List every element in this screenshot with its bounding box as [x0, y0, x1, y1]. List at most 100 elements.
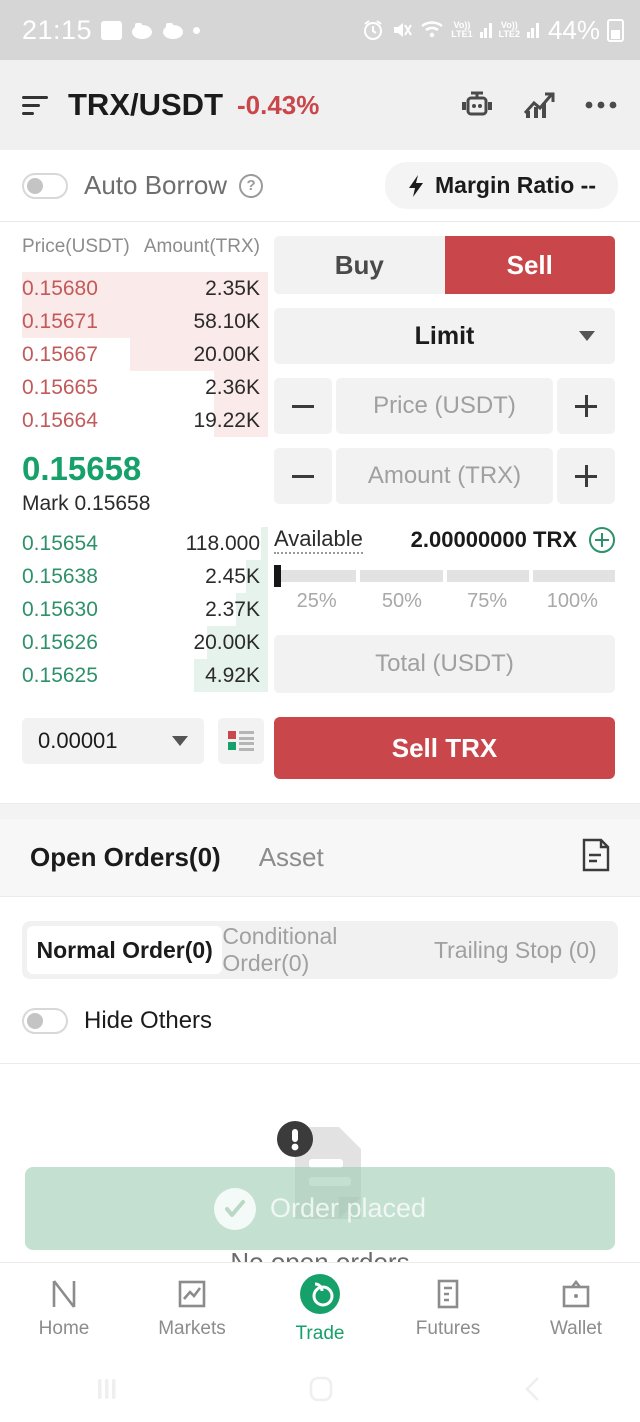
- page-title[interactable]: TRX/USDT: [68, 87, 223, 123]
- price-decrement-button[interactable]: [274, 378, 332, 434]
- nav-markets[interactable]: Markets: [128, 1263, 256, 1355]
- available-value: 2.00000000 TRX: [410, 527, 577, 552]
- nav-trade[interactable]: Trade: [256, 1263, 384, 1355]
- margin-ratio-label: Margin Ratio --: [435, 172, 596, 198]
- slider-mark[interactable]: 75%: [445, 590, 530, 613]
- wallet-icon: [562, 1279, 590, 1308]
- nav-wallet[interactable]: Wallet: [512, 1263, 640, 1355]
- nav-label: Trade: [295, 1323, 345, 1344]
- auto-borrow-label: Auto Borrow: [84, 170, 228, 200]
- hide-others-row: Hide Others: [0, 979, 640, 1035]
- nav-label: Markets: [158, 1318, 226, 1339]
- slider-mark[interactable]: 100%: [530, 590, 615, 613]
- margin-ratio-button[interactable]: Margin Ratio --: [385, 162, 618, 209]
- ask-price: 0.15665: [22, 375, 98, 399]
- order-book-header: Price(USDT) Amount(TRX): [22, 236, 268, 258]
- slider-mark[interactable]: 50%: [359, 590, 444, 613]
- bid-price: 0.15654: [22, 531, 98, 555]
- auto-borrow-toggle[interactable]: [22, 172, 68, 199]
- image-icon: [101, 20, 123, 40]
- menu-icon[interactable]: [22, 95, 48, 115]
- bid-price: 0.15625: [22, 663, 98, 687]
- subtab-trailing-stop[interactable]: Trailing Stop (0): [418, 926, 613, 974]
- battery-icon: [607, 18, 624, 42]
- order-book-row[interactable]: 0.15665 2.36K: [22, 371, 268, 404]
- available-row: Available 2.00000000 TRX: [274, 526, 615, 554]
- ask-price: 0.15680: [22, 276, 98, 300]
- chart-trend-icon[interactable]: [522, 89, 556, 121]
- bot-icon[interactable]: [460, 89, 494, 121]
- total-input[interactable]: Total (USDT): [274, 635, 615, 693]
- order-book-controls: 0.00001: [22, 718, 268, 764]
- available-label[interactable]: Available: [274, 526, 363, 554]
- document-icon[interactable]: [582, 838, 610, 877]
- mute-icon: [394, 23, 413, 37]
- order-book-row[interactable]: 0.15626 20.00K: [22, 626, 268, 659]
- order-book-layout-icon[interactable]: [218, 718, 264, 764]
- tab-open-orders[interactable]: Open Orders(0): [30, 842, 221, 873]
- tab-asset[interactable]: Asset: [259, 842, 324, 873]
- slider-mark[interactable]: 25%: [274, 590, 359, 613]
- slider-handle[interactable]: [274, 565, 281, 587]
- toast-notification: Order placed: [25, 1167, 615, 1250]
- order-book-row[interactable]: 0.15680 2.35K: [22, 272, 268, 305]
- bid-price: 0.15638: [22, 564, 98, 588]
- subtab-conditional-order[interactable]: Conditional Order(0): [222, 923, 417, 976]
- price-stepper: Price (USDT): [274, 378, 615, 434]
- signal-bars-icon: [479, 22, 492, 38]
- submit-order-button[interactable]: Sell TRX: [274, 717, 615, 779]
- game-controller-icon: [163, 23, 184, 39]
- status-bar-clock: 21:15: [22, 14, 93, 45]
- hide-others-toggle[interactable]: [22, 1008, 68, 1034]
- nav-home[interactable]: Home: [0, 1263, 128, 1355]
- price-increment-button[interactable]: [557, 378, 615, 434]
- help-icon[interactable]: ?: [239, 173, 264, 198]
- ask-rows: 0.15680 2.35K 0.15671 58.10K 0.15667 20.…: [22, 272, 268, 437]
- nav-futures[interactable]: Futures: [384, 1263, 512, 1355]
- status-bar-right: Vo)) LTE1 Vo)) LTE2 44%: [362, 15, 624, 46]
- order-book-row[interactable]: 0.15671 58.10K: [22, 305, 268, 338]
- amount-stepper: Amount (TRX): [274, 448, 615, 504]
- order-book-row[interactable]: 0.15654 118.000: [22, 527, 268, 560]
- bid-amount: 2.37K: [205, 597, 260, 621]
- amount-percent-slider[interactable]: [274, 565, 615, 587]
- amount-decrement-button[interactable]: [274, 448, 332, 504]
- header-actions: [460, 89, 618, 121]
- amount-column-header: Amount(TRX): [143, 236, 260, 257]
- margin-settings-bar: Auto Borrow ? Margin Ratio --: [0, 150, 640, 222]
- amount-input[interactable]: Amount (TRX): [336, 448, 553, 504]
- order-subtabs: Normal Order(0) Conditional Order(0) Tra…: [22, 921, 618, 979]
- orders-tabbar: Open Orders(0) Asset: [0, 819, 640, 897]
- price-input[interactable]: Price (USDT): [336, 378, 553, 434]
- alarm-icon: [364, 20, 383, 40]
- check-circle-icon: [213, 1187, 256, 1230]
- last-price: 0.15658: [22, 450, 142, 487]
- order-book-row[interactable]: 0.15630 2.37K: [22, 593, 268, 626]
- order-book-row[interactable]: 0.15664 19.22K: [22, 404, 268, 437]
- dot-icon: [193, 26, 201, 34]
- buy-tab[interactable]: Buy: [274, 236, 445, 294]
- more-options-icon[interactable]: [584, 100, 618, 110]
- system-status-bar: 21:15 Vo)) LTE1 Vo)) LTE2 44%: [0, 0, 640, 60]
- price-change-badge: -0.43%: [237, 89, 320, 120]
- add-funds-icon[interactable]: [589, 527, 615, 553]
- sell-tab[interactable]: Sell: [444, 236, 615, 294]
- wifi-icon: [421, 21, 444, 38]
- amount-increment-button[interactable]: [557, 448, 615, 504]
- subtab-normal-order[interactable]: Normal Order(0): [27, 926, 223, 974]
- ask-amount: 2.35K: [205, 276, 260, 300]
- tick-size-select[interactable]: 0.00001: [22, 718, 204, 764]
- recents-icon[interactable]: [90, 1374, 124, 1404]
- order-type-select[interactable]: Limit: [274, 308, 615, 364]
- back-icon[interactable]: [518, 1373, 550, 1405]
- toast-message: Order placed: [269, 1193, 427, 1223]
- home-button-icon[interactable]: [305, 1373, 337, 1405]
- trade-icon: [300, 1274, 340, 1314]
- bid-amount: 2.45K: [205, 564, 260, 588]
- order-book-row[interactable]: 0.15667 20.00K: [22, 338, 268, 371]
- order-book-row[interactable]: 0.15625 4.92K: [22, 659, 268, 692]
- volte-lte2-icon: Vo)) LTE2: [498, 20, 520, 39]
- order-book-row[interactable]: 0.15638 2.45K: [22, 560, 268, 593]
- signal-bars-icon: [526, 22, 539, 38]
- order-type-value: Limit: [414, 321, 475, 350]
